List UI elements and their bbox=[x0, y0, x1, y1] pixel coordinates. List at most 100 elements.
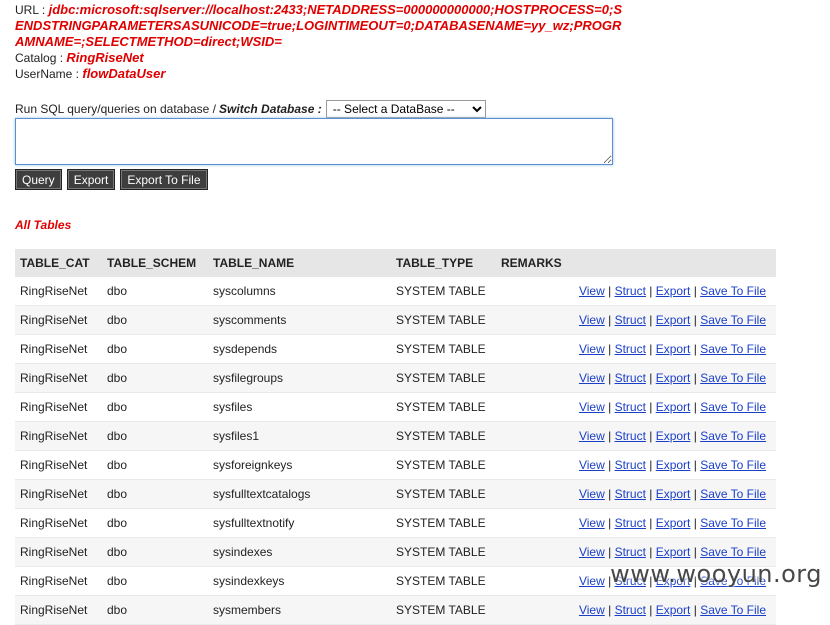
cell-table-cat: RingRiseNet bbox=[15, 334, 102, 364]
save-to-file-link[interactable]: Save To File bbox=[700, 545, 766, 559]
col-table-schem: TABLE_SCHEM bbox=[102, 249, 208, 277]
struct-link[interactable]: Struct bbox=[615, 371, 646, 385]
cell-table-name: sysfiles1 bbox=[208, 421, 391, 451]
struct-link[interactable]: Struct bbox=[615, 487, 646, 501]
view-link[interactable]: View bbox=[579, 458, 605, 472]
struct-link[interactable]: Struct bbox=[615, 545, 646, 559]
export-link[interactable]: Export bbox=[656, 342, 691, 356]
view-link[interactable]: View bbox=[579, 400, 605, 414]
save-to-file-link[interactable]: Save To File bbox=[700, 284, 766, 298]
cell-table-type: SYSTEM TABLE bbox=[391, 334, 496, 364]
cell-remarks bbox=[496, 450, 569, 480]
view-link[interactable]: View bbox=[579, 284, 605, 298]
link-separator: | bbox=[690, 342, 701, 356]
cell-table-schem: dbo bbox=[102, 450, 208, 480]
cell-table-schem: dbo bbox=[102, 277, 208, 306]
view-link[interactable]: View bbox=[579, 574, 605, 588]
export-link[interactable]: Export bbox=[656, 400, 691, 414]
link-separator: | bbox=[604, 458, 615, 472]
link-separator: | bbox=[645, 371, 656, 385]
link-separator: | bbox=[604, 603, 615, 617]
cell-table-name: sysindexkeys bbox=[208, 566, 391, 596]
save-to-file-link[interactable]: Save To File bbox=[700, 342, 766, 356]
connection-info: URL : jdbc:microsoft:sqlserver://localho… bbox=[15, 2, 625, 82]
link-separator: | bbox=[645, 342, 656, 356]
cell-table-type: SYSTEM TABLE bbox=[391, 277, 496, 306]
cell-table-cat: RingRiseNet bbox=[15, 566, 102, 596]
cell-table-schem: dbo bbox=[102, 363, 208, 393]
url-value: jdbc:microsoft:sqlserver://localhost:243… bbox=[15, 2, 622, 49]
run-query-line: Run SQL query/queries on database / Swit… bbox=[15, 100, 486, 118]
save-to-file-link[interactable]: Save To File bbox=[700, 400, 766, 414]
table-row: RingRiseNet dbo syscomments SYSTEM TABLE Vie… bbox=[15, 305, 776, 335]
save-to-file-link[interactable]: Save To File bbox=[700, 313, 766, 327]
cell-remarks bbox=[496, 566, 569, 596]
save-to-file-link[interactable]: Save To File bbox=[700, 429, 766, 443]
link-separator: | bbox=[690, 371, 701, 385]
link-separator: | bbox=[690, 429, 701, 443]
save-to-file-link[interactable]: Save To File bbox=[700, 516, 766, 530]
cell-table-type: SYSTEM TABLE bbox=[391, 305, 496, 335]
cell-table-cat: RingRiseNet bbox=[15, 392, 102, 422]
link-separator: | bbox=[645, 545, 656, 559]
export-button[interactable]: Export bbox=[66, 169, 116, 190]
link-separator: | bbox=[645, 313, 656, 327]
save-to-file-link[interactable]: Save To File bbox=[700, 458, 766, 472]
struct-link[interactable]: Struct bbox=[615, 458, 646, 472]
save-to-file-link[interactable]: Save To File bbox=[700, 603, 766, 617]
struct-link[interactable]: Struct bbox=[615, 400, 646, 414]
export-link[interactable]: Export bbox=[656, 284, 691, 298]
cell-table-cat: RingRiseNet bbox=[15, 277, 102, 306]
save-to-file-link[interactable]: Save To File bbox=[700, 371, 766, 385]
link-separator: | bbox=[645, 284, 656, 298]
link-separator: | bbox=[645, 400, 656, 414]
cell-remarks bbox=[496, 277, 569, 306]
view-link[interactable]: View bbox=[579, 603, 605, 617]
catalog-value: RingRiseNet bbox=[66, 50, 144, 65]
export-link[interactable]: Export bbox=[656, 516, 691, 530]
export-link[interactable]: Export bbox=[656, 545, 691, 559]
row-actions: View | Struct | Export | Save To File bbox=[568, 595, 776, 625]
link-separator: | bbox=[645, 458, 656, 472]
view-link[interactable]: View bbox=[579, 429, 605, 443]
export-link[interactable]: Export bbox=[656, 603, 691, 617]
cell-table-type: SYSTEM TABLE bbox=[391, 479, 496, 509]
sql-query-input[interactable] bbox=[15, 118, 613, 165]
col-actions bbox=[568, 249, 776, 277]
export-link[interactable]: Export bbox=[656, 487, 691, 501]
row-actions: View | Struct | Export | Save To File bbox=[568, 363, 776, 393]
view-link[interactable]: View bbox=[579, 487, 605, 501]
export-to-file-button[interactable]: Export To File bbox=[120, 169, 208, 190]
cell-table-name: sysfulltextnotify bbox=[208, 508, 391, 538]
link-separator: | bbox=[690, 487, 701, 501]
view-link[interactable]: View bbox=[579, 545, 605, 559]
struct-link[interactable]: Struct bbox=[615, 429, 646, 443]
username-label: UserName : bbox=[15, 67, 80, 81]
cell-table-type: SYSTEM TABLE bbox=[391, 537, 496, 567]
struct-link[interactable]: Struct bbox=[615, 284, 646, 298]
table-row: RingRiseNet dbo sysfulltextcatalogs SYSTEM … bbox=[15, 479, 776, 509]
cell-table-type: SYSTEM TABLE bbox=[391, 450, 496, 480]
database-select[interactable]: -- Select a DataBase -- bbox=[325, 100, 486, 118]
struct-link[interactable]: Struct bbox=[615, 516, 646, 530]
save-to-file-link[interactable]: Save To File bbox=[700, 487, 766, 501]
export-link[interactable]: Export bbox=[656, 429, 691, 443]
cell-remarks bbox=[496, 508, 569, 538]
link-separator: | bbox=[690, 458, 701, 472]
view-link[interactable]: View bbox=[579, 313, 605, 327]
struct-link[interactable]: Struct bbox=[615, 342, 646, 356]
view-link[interactable]: View bbox=[579, 516, 605, 530]
table-row: RingRiseNet dbo sysforeignkeys SYSTEM TABLE… bbox=[15, 450, 776, 480]
export-link[interactable]: Export bbox=[656, 371, 691, 385]
col-table-cat: TABLE_CAT bbox=[15, 249, 102, 277]
export-link[interactable]: Export bbox=[656, 458, 691, 472]
view-link[interactable]: View bbox=[579, 342, 605, 356]
catalog-label: Catalog : bbox=[15, 51, 64, 65]
query-button[interactable]: Query bbox=[15, 169, 62, 190]
struct-link[interactable]: Struct bbox=[615, 603, 646, 617]
link-separator: | bbox=[604, 342, 615, 356]
export-link[interactable]: Export bbox=[656, 313, 691, 327]
struct-link[interactable]: Struct bbox=[615, 313, 646, 327]
view-link[interactable]: View bbox=[579, 371, 605, 385]
row-actions: View | Struct | Export | Save To File bbox=[568, 479, 776, 509]
